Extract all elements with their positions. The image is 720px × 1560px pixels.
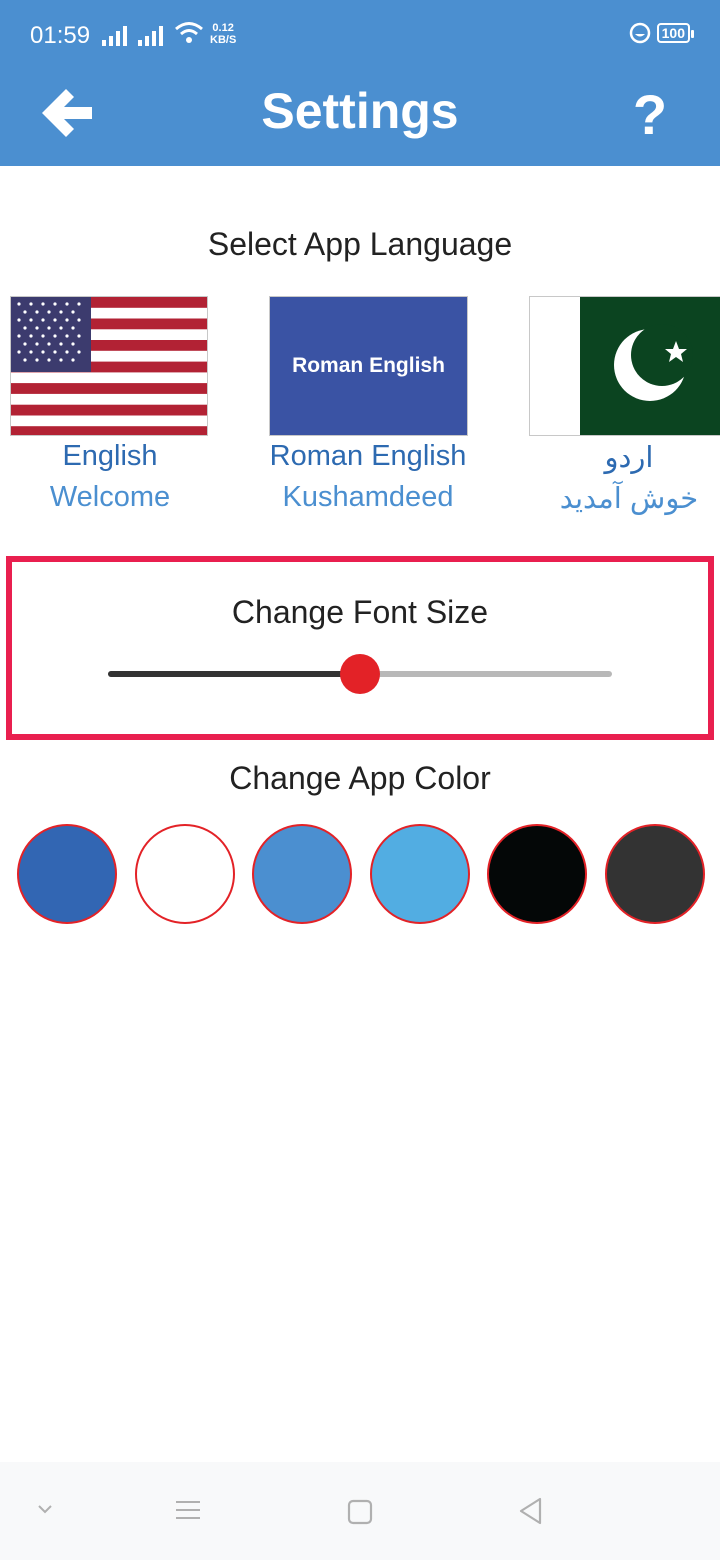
system-nav-bar [0, 1462, 720, 1560]
language-option-urdu[interactable] [529, 296, 720, 436]
net-speed: 0.12 KB/S [210, 22, 237, 46]
color-swatch[interactable] [370, 824, 470, 924]
language-name-english[interactable]: English [0, 440, 220, 473]
language-greeting-english: Welcome [49, 481, 171, 513]
color-swatch[interactable] [487, 824, 587, 924]
status-time: 01:59 [30, 22, 91, 49]
wifi-icon [175, 22, 203, 43]
language-greeting-urdu: خوش آمدید [559, 483, 699, 515]
chevron-down-icon[interactable] [36, 1502, 54, 1516]
language-option-roman-english[interactable]: Roman English [269, 296, 468, 436]
language-section-title: Select App Language [207, 226, 513, 262]
signal-icon [102, 24, 127, 46]
font-size-panel [6, 556, 714, 740]
language-name-urdu[interactable]: اردو [519, 440, 720, 475]
back-arrow-icon[interactable] [38, 84, 96, 142]
font-size-section-title: Change Font Size [231, 594, 489, 630]
app-header: 01:59 0.12 KB/S 100 Settings ? [0, 0, 720, 166]
us-flag-icon [11, 297, 207, 435]
slider-fill [108, 671, 360, 677]
back-triangle-icon[interactable] [516, 1496, 544, 1526]
font-size-slider[interactable] [108, 654, 612, 694]
page-title: Settings [261, 83, 459, 139]
menu-icon[interactable] [174, 1498, 202, 1522]
roman-english-flag-text: Roman English [292, 354, 445, 377]
battery-icon: 100 [656, 23, 695, 43]
help-button[interactable]: ? [620, 82, 680, 147]
status-bar: 01:59 0.12 KB/S 100 [0, 0, 720, 72]
language-option-english[interactable] [10, 296, 208, 436]
color-swatch[interactable] [605, 824, 705, 924]
language-greeting-roman-english: Kushamdeed [282, 481, 454, 513]
color-swatch[interactable] [17, 824, 117, 924]
slider-thumb[interactable] [340, 654, 380, 694]
color-swatch[interactable] [135, 824, 235, 924]
language-name-roman-english[interactable]: Roman English [258, 440, 478, 473]
color-section-title: Change App Color [229, 760, 491, 796]
pakistan-flag-icon [530, 297, 720, 435]
home-square-icon[interactable] [346, 1498, 374, 1526]
color-swatch[interactable] [252, 824, 352, 924]
signal-icon [138, 24, 163, 46]
data-saver-icon [629, 22, 650, 44]
